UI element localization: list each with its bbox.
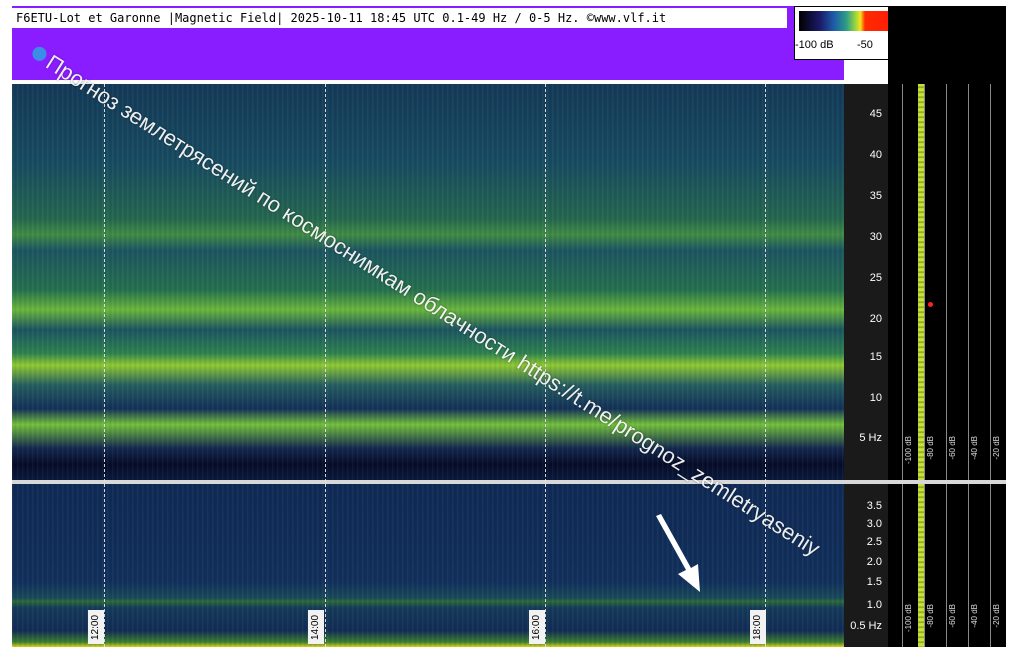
level-label: -40 dB bbox=[970, 436, 979, 460]
level-gridline bbox=[946, 84, 947, 647]
level-label: -20 dB bbox=[992, 604, 1001, 628]
level-label: -40 dB bbox=[970, 604, 979, 628]
freq-tick-label: 10 bbox=[869, 392, 882, 404]
time-label: 18:00 bbox=[750, 610, 766, 644]
freq-tick-label: 0.5 Hz bbox=[850, 620, 882, 632]
colorbar-label-mid: -50 bbox=[857, 39, 873, 51]
level-gridline bbox=[924, 84, 925, 647]
level-separator bbox=[888, 480, 1006, 484]
freq-tick-label: 3.0 bbox=[866, 518, 882, 530]
freq-tick-label: 15 bbox=[869, 351, 882, 363]
arrow-icon bbox=[656, 514, 700, 592]
freq-tick-label: 2.5 bbox=[866, 536, 882, 548]
colorbar-label-min: -100 dB bbox=[795, 39, 834, 51]
freq-tick-label: 3.5 bbox=[866, 500, 882, 512]
spectrogram-upper-band bbox=[12, 84, 844, 480]
level-label: -20 dB bbox=[992, 436, 1001, 460]
header-title: F6ETU-Lot et Garonne |Magnetic Field| 20… bbox=[12, 8, 787, 28]
spectrogram: 12:00 14:00 16:00 18:00 bbox=[12, 84, 844, 647]
time-label: 12:00 bbox=[88, 610, 104, 644]
freq-tick-label: 40 bbox=[869, 149, 882, 161]
level-gridline bbox=[902, 84, 903, 647]
freq-tick-label: 2.0 bbox=[866, 556, 882, 568]
freq-tick-label: 45 bbox=[869, 108, 882, 120]
level-panel: -100 dB -80 dB -60 dB -40 dB -20 dB -100… bbox=[888, 6, 1006, 647]
freq-tick-label: 35 bbox=[869, 190, 882, 202]
level-label: -100 dB bbox=[904, 436, 913, 465]
freq-tick-label: 30 bbox=[869, 231, 882, 243]
freq-tick-label: 25 bbox=[869, 272, 882, 284]
time-gridline bbox=[104, 84, 105, 647]
freq-tick-label: 20 bbox=[869, 313, 882, 325]
spectrogram-lower-band bbox=[12, 484, 844, 647]
screenshot-frame: F6ETU-Lot et Garonne |Magnetic Field| 20… bbox=[0, 0, 1014, 653]
axis-separator bbox=[844, 480, 888, 484]
time-label: 16:00 bbox=[529, 610, 545, 644]
level-trace bbox=[918, 84, 924, 647]
freq-tick-label: 5 Hz bbox=[859, 432, 882, 444]
level-label: -60 dB bbox=[948, 436, 957, 460]
level-marker bbox=[928, 302, 933, 307]
level-gridline bbox=[990, 84, 991, 647]
level-gridline bbox=[968, 84, 969, 647]
level-label: -80 dB bbox=[926, 436, 935, 460]
time-gridline bbox=[325, 84, 326, 647]
time-gridline bbox=[765, 84, 766, 647]
time-label: 14:00 bbox=[308, 610, 324, 644]
